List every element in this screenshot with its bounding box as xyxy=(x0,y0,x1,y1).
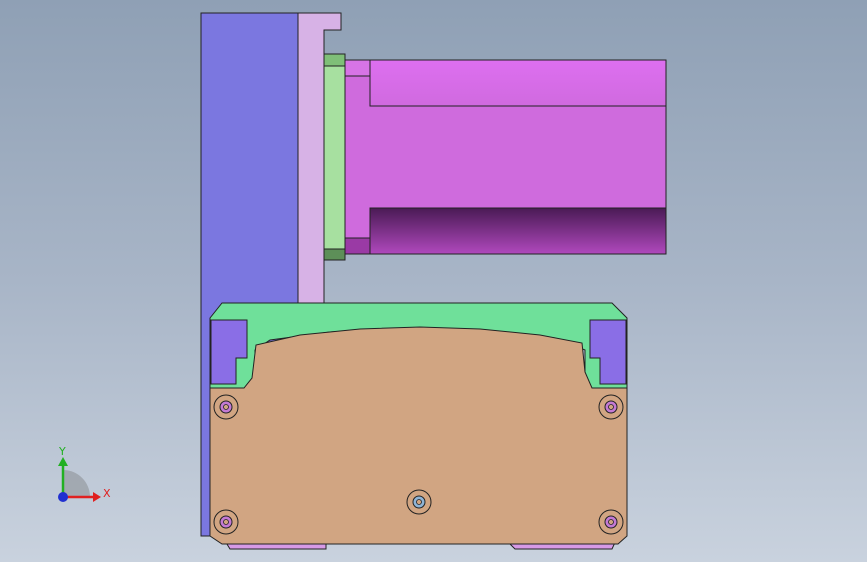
model-view[interactable]: Y X xyxy=(0,0,867,562)
motor-flange[interactable] xyxy=(323,53,346,261)
y-axis-label: Y xyxy=(58,445,66,458)
x-axis-label: X xyxy=(103,487,111,500)
bolt-bottom-right[interactable] xyxy=(598,509,624,535)
coordinate-triad: Y X xyxy=(58,445,111,502)
z-axis-dot xyxy=(58,492,68,502)
bolt-top-right[interactable] xyxy=(598,394,624,420)
cad-graphics-viewport[interactable]: Y X xyxy=(0,0,867,562)
bolt-bottom-left[interactable] xyxy=(213,509,239,535)
bolt-top-left[interactable] xyxy=(213,394,239,420)
bolt-center[interactable] xyxy=(406,489,432,515)
motor-body[interactable] xyxy=(344,59,667,255)
y-axis-arrowhead xyxy=(58,457,68,466)
x-axis-arrowhead xyxy=(93,492,101,502)
triad-quarter-disc xyxy=(63,470,90,497)
